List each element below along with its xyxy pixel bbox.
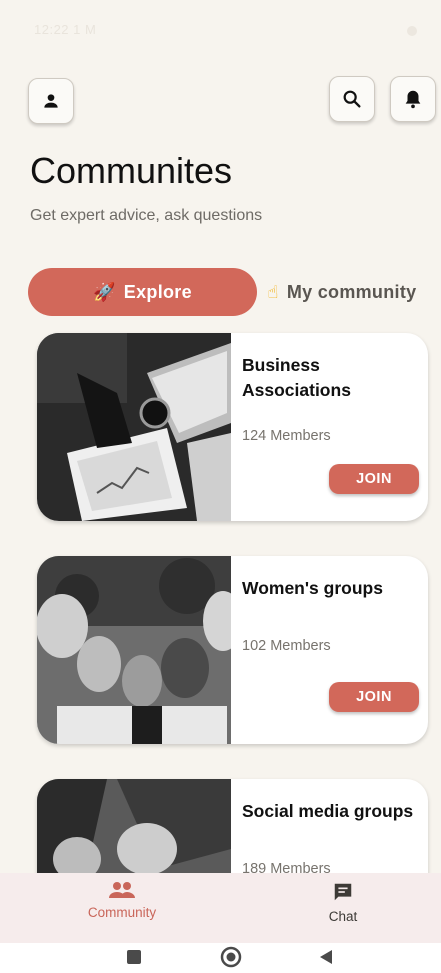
circle-icon[interactable]: [220, 946, 242, 968]
person-icon: [44, 94, 58, 108]
nav-label-chat: Chat: [328, 909, 358, 924]
pointing-hand-icon: ☝: [267, 281, 279, 302]
page-title: Communites: [30, 150, 233, 191]
square-icon[interactable]: [126, 949, 142, 965]
status-indicators: [403, 22, 417, 37]
tab-explore-label: Explore: [123, 281, 192, 302]
tab-my-community-label: My community: [286, 281, 417, 302]
battery-icon: [407, 25, 417, 36]
tab-my-community[interactable]: ☝ My community: [252, 268, 432, 316]
community-name: Business Associations: [242, 355, 351, 400]
search-icon: [343, 90, 361, 108]
community-name: Women's groups: [242, 578, 383, 598]
back-triangle-icon[interactable]: [318, 949, 334, 965]
search-button[interactable]: [329, 76, 375, 122]
system-navigation-bar: [0, 943, 441, 973]
join-button[interactable]: JOIN: [329, 682, 419, 712]
nav-item-community[interactable]: Community: [70, 881, 174, 920]
womens-groups-image: [37, 556, 231, 744]
status-time: 12:22 1 M: [34, 22, 97, 37]
notifications-button[interactable]: [390, 76, 436, 122]
join-button[interactable]: JOIN: [329, 464, 419, 494]
community-name: Social media groups: [242, 801, 414, 821]
profile-button[interactable]: [28, 78, 74, 124]
page-subtitle: Get expert advice, ask questions: [30, 207, 263, 224]
status-bar: 12:22 1 M: [0, 0, 441, 60]
business-associations-image: [37, 333, 231, 521]
rocket-icon: 🚀: [93, 281, 116, 302]
nav-item-chat[interactable]: Chat: [300, 881, 386, 924]
nav-label-community: Community: [87, 905, 157, 920]
community-card[interactable]: Women's groups 102 Members JOIN: [37, 556, 428, 744]
chat-icon: [334, 883, 352, 901]
community-icon: [109, 882, 135, 898]
bottom-navigation: Community Chat: [0, 873, 441, 943]
community-card[interactable]: Business Associations 124 Members JOIN: [37, 333, 428, 521]
tab-explore[interactable]: 🚀 Explore: [28, 268, 257, 316]
bell-icon: [405, 90, 421, 109]
member-count: 124 Members: [242, 428, 331, 444]
member-count: 102 Members: [242, 638, 331, 654]
